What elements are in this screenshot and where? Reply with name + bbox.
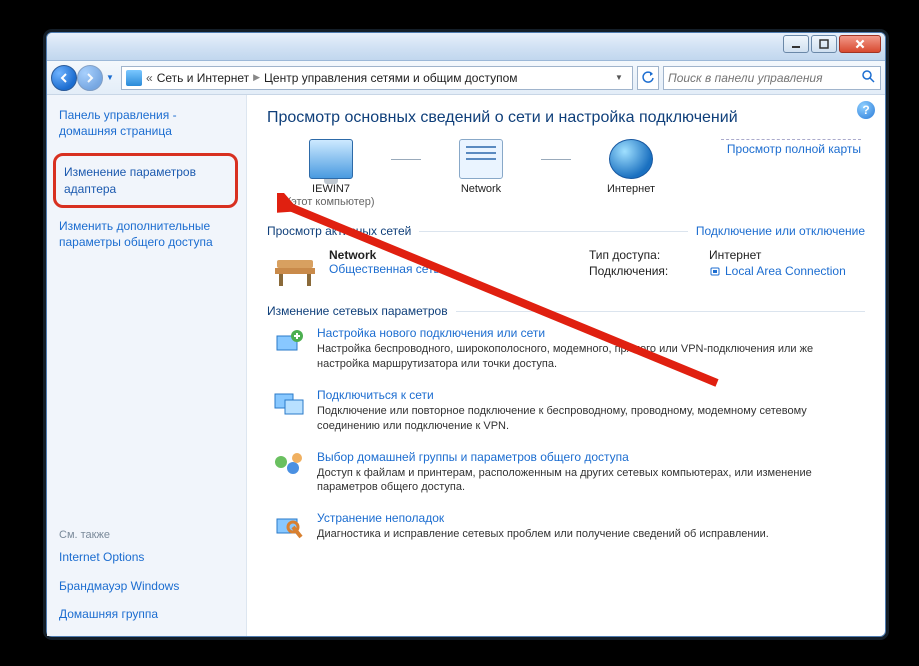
connections-label: Подключения: [589,264,709,280]
address-bar[interactable]: « Сеть и Интернет ▶ Центр управления сет… [121,66,633,90]
see-also-label: См. также [59,529,234,541]
back-button[interactable] [51,65,77,91]
refresh-button[interactable] [637,66,659,90]
sidebar-adapter-settings-link[interactable]: Изменение параметров адаптера [64,164,227,196]
new-connection-icon [271,326,307,358]
troubleshoot-icon [271,511,307,543]
network-map: IEWIN7 (этот компьютер) Network Интернет… [267,139,865,216]
troubleshoot-item[interactable]: Устранение неполадок Диагностика и испра… [267,505,865,553]
close-button[interactable] [839,35,881,53]
homegroup-icon [271,450,307,482]
navigation-bar: ▼ « Сеть и Интернет ▶ Центр управления с… [47,61,885,95]
connect-to-network-item[interactable]: Подключиться к сети Подключение или повт… [267,382,865,444]
breadcrumb-page[interactable]: Центр управления сетями и общим доступом [264,71,518,85]
sidebar-firewall-link[interactable]: Брандмауэр Windows [59,578,234,594]
history-dropdown[interactable]: ▼ [103,65,117,91]
network-center-icon [126,70,142,86]
main-content: ? Просмотр основных сведений о сети и на… [247,95,885,636]
connect-network-icon [271,388,307,420]
minimize-button[interactable] [783,35,809,53]
control-panel-home-link[interactable]: Панель управления - домашняя страница [59,107,234,139]
help-icon[interactable]: ? [857,101,875,119]
troubleshoot-desc: Диагностика и исправление сетевых пробле… [317,527,769,542]
troubleshoot-link[interactable]: Устранение неполадок [317,511,769,525]
sidebar-advanced-sharing-link[interactable]: Изменить дополнительные параметры общего… [59,218,234,250]
network-type-link[interactable]: Общественная сеть [329,262,440,276]
sidebar: Панель управления - домашняя страница Из… [47,95,247,636]
pc-icon [309,139,353,179]
homegroup-sharing-desc: Доступ к файлам и принтерам, расположенн… [317,466,861,496]
globe-icon [609,139,653,179]
control-panel-window: ▼ « Сеть и Интернет ▶ Центр управления с… [46,32,886,637]
active-networks-heading: Просмотр активных сетей [267,224,411,238]
search-box[interactable] [663,66,881,90]
network-label: Network [421,183,541,196]
internet-label: Интернет [571,183,691,196]
page-title: Просмотр основных сведений о сети и наст… [267,109,865,127]
address-dropdown[interactable]: ▼ [610,73,628,82]
setup-new-connection-item[interactable]: Настройка нового подключения или сети На… [267,320,865,382]
maximize-button[interactable] [811,35,837,53]
search-input[interactable] [668,71,860,85]
forward-button[interactable] [77,65,103,91]
pc-name: IEWIN7 [271,183,391,196]
homegroup-sharing-link[interactable]: Выбор домашней группы и параметров общег… [317,450,861,464]
setup-new-connection-desc: Настройка беспроводного, широкополосного… [317,342,861,372]
connect-disconnect-link[interactable]: Подключение или отключение [696,224,865,238]
full-map-link[interactable]: Просмотр полной карты [721,139,861,156]
chevron-right-icon: ▶ [253,72,260,83]
access-type-label: Тип доступа: [589,248,709,262]
connect-to-network-desc: Подключение или повторное подключение к … [317,404,861,434]
connection-link[interactable]: Local Area Connection [709,264,846,278]
network-node[interactable]: Network [421,139,541,196]
titlebar[interactable] [47,33,885,61]
active-network-name: Network [329,248,440,262]
breadcrumb-category[interactable]: Сеть и Интернет [157,71,249,85]
change-settings-heading: Изменение сетевых параметров [267,304,448,318]
pc-subtitle: (этот компьютер) [271,196,391,208]
setup-new-connection-link[interactable]: Настройка нового подключения или сети [317,326,861,340]
homegroup-sharing-item[interactable]: Выбор домашней группы и параметров общег… [267,444,865,506]
connect-to-network-link[interactable]: Подключиться к сети [317,388,861,402]
ethernet-icon [709,265,721,277]
sidebar-internet-options-link[interactable]: Internet Options [59,549,234,565]
access-type-value: Интернет [709,248,761,262]
breadcrumb-prefix: « [146,71,153,85]
pc-node[interactable]: IEWIN7 (этот компьютер) [271,139,391,208]
internet-node[interactable]: Интернет [571,139,691,196]
sidebar-homegroup-link[interactable]: Домашняя группа [59,606,234,622]
search-icon[interactable] [860,69,876,86]
network-hub-icon [459,139,503,179]
adapter-settings-highlight: Изменение параметров адаптера [53,153,238,207]
public-network-icon [271,248,319,288]
